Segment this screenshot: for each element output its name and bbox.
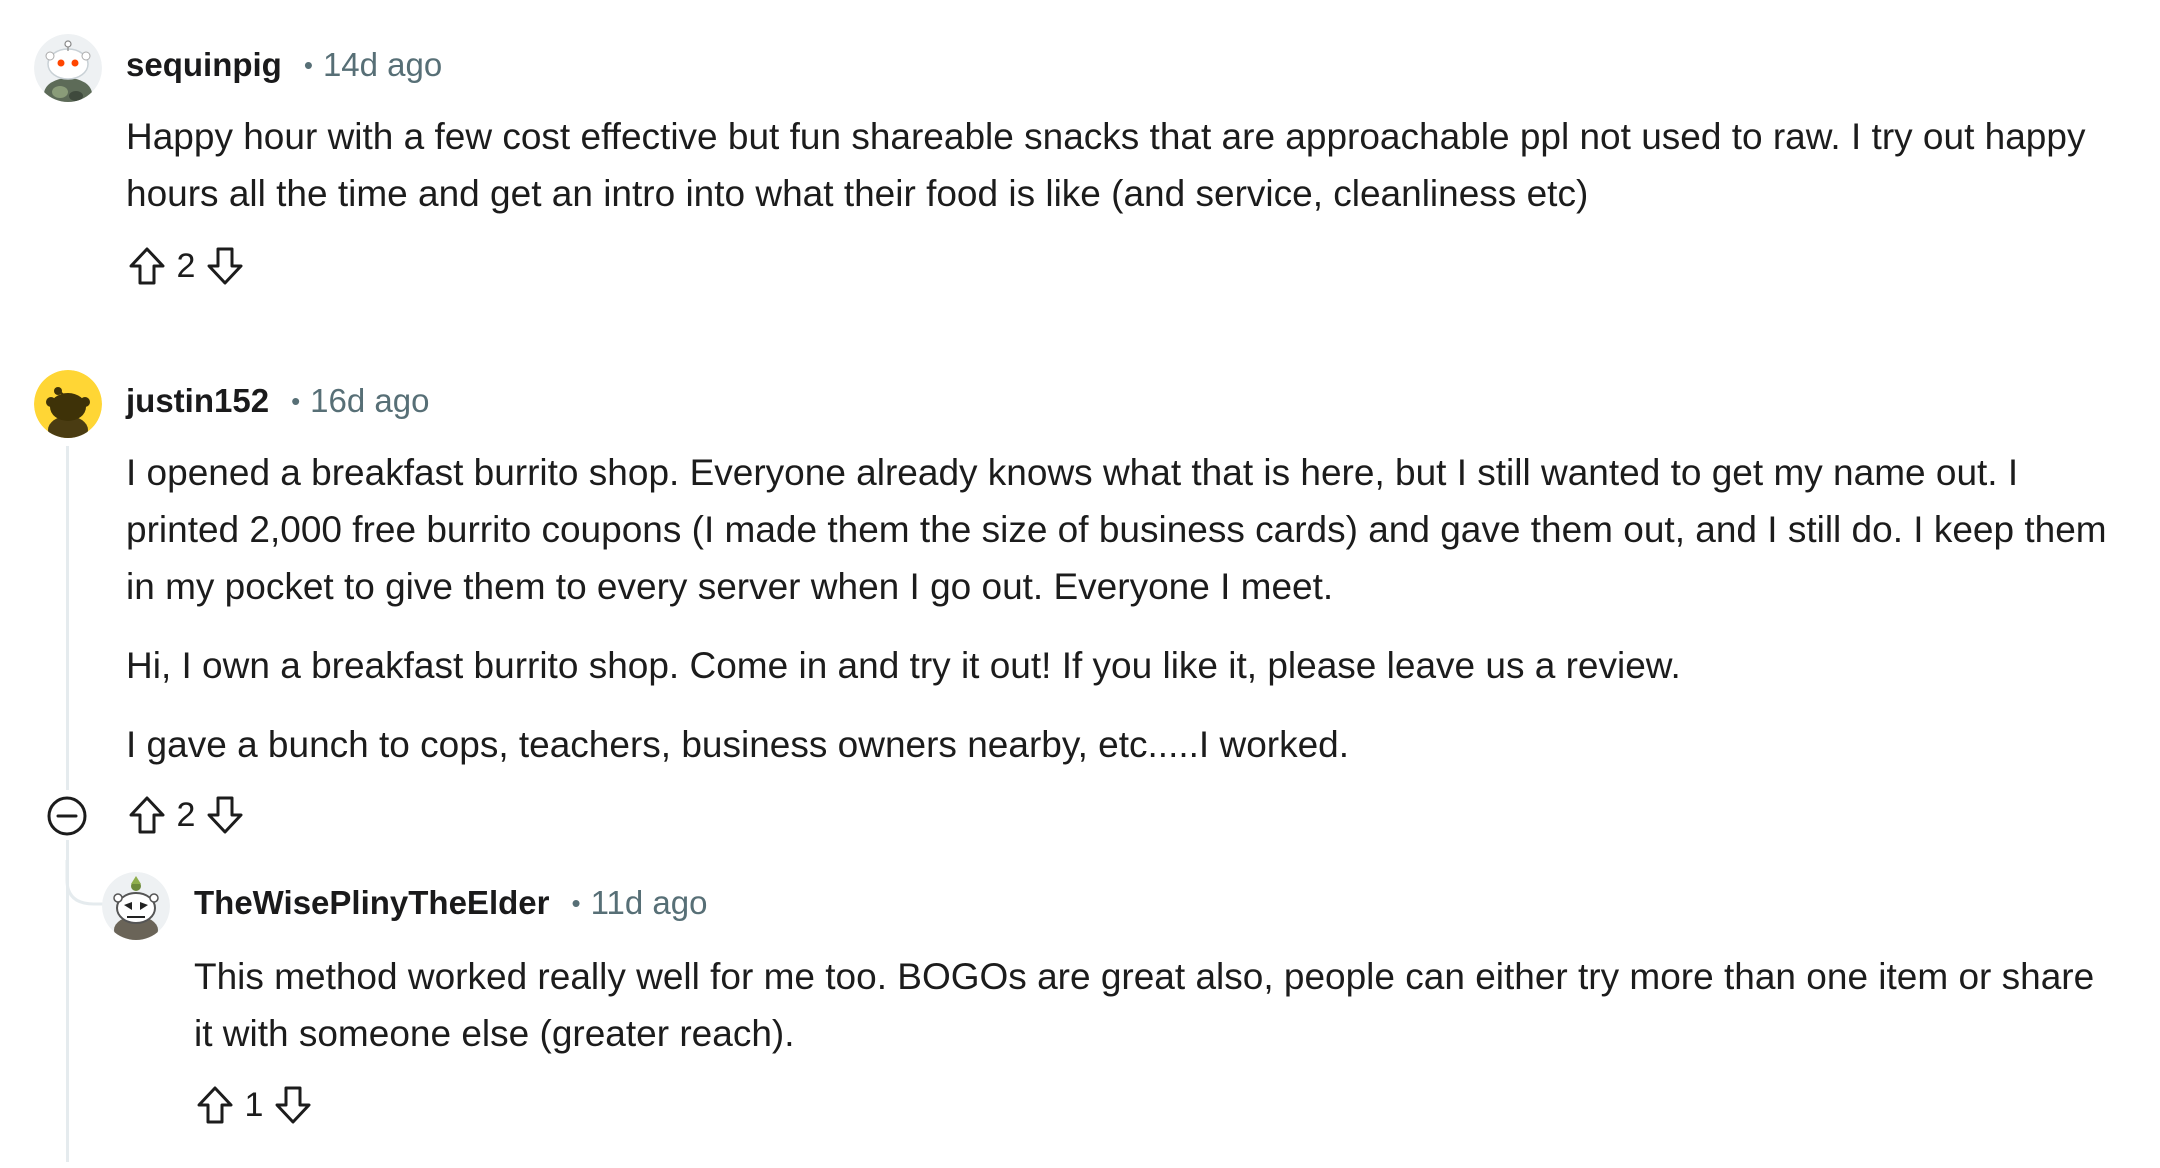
vote-actions: 2 xyxy=(124,792,248,838)
comment-paragraph: This method worked really well for me to… xyxy=(194,956,2095,1054)
avatar[interactable] xyxy=(102,872,170,940)
snoo-avatar-icon xyxy=(34,34,102,102)
collapse-thread-button[interactable] xyxy=(46,795,88,837)
vote-actions: 2 xyxy=(124,243,248,289)
downvote-button[interactable] xyxy=(202,792,248,838)
separator-dot: • xyxy=(571,887,581,918)
upvote-button[interactable] xyxy=(124,243,170,289)
timestamp[interactable]: 11d ago xyxy=(591,884,708,922)
username[interactable]: justin152 xyxy=(126,382,269,420)
snoo-avatar-icon xyxy=(102,872,170,940)
separator-dot: • xyxy=(291,385,301,416)
upvote-arrow-icon xyxy=(197,1086,233,1124)
vote-score: 1 xyxy=(244,1085,264,1124)
comment-body: This method worked really well for me to… xyxy=(194,948,2114,1062)
thread-line[interactable] xyxy=(66,446,69,790)
comment-body: I opened a breakfast burrito shop. Every… xyxy=(126,444,2116,773)
vote-actions: 1 xyxy=(192,1082,316,1128)
comment-paragraph: I gave a bunch to cops, teachers, busine… xyxy=(126,724,1350,765)
downvote-button[interactable] xyxy=(270,1082,316,1128)
comment-meta: sequinpig • 14d ago xyxy=(126,46,442,84)
collapse-minus-icon xyxy=(47,796,87,836)
comment-paragraph: Hi, I own a breakfast burrito shop. Come… xyxy=(126,645,1681,686)
snoo-avatar-icon xyxy=(34,370,102,438)
downvote-arrow-icon xyxy=(275,1086,311,1124)
avatar[interactable] xyxy=(34,34,102,102)
upvote-button[interactable] xyxy=(192,1082,238,1128)
upvote-arrow-icon xyxy=(129,247,165,285)
username[interactable]: TheWisePlinyTheElder xyxy=(194,884,549,922)
vote-score: 2 xyxy=(176,795,196,834)
comment-body: Happy hour with a few cost effective but… xyxy=(126,108,2116,222)
timestamp[interactable]: 14d ago xyxy=(323,46,442,84)
downvote-arrow-icon xyxy=(207,796,243,834)
upvote-button[interactable] xyxy=(124,792,170,838)
downvote-arrow-icon xyxy=(207,247,243,285)
upvote-arrow-icon xyxy=(129,796,165,834)
avatar[interactable] xyxy=(34,370,102,438)
comment-paragraph: I opened a breakfast burrito shop. Every… xyxy=(126,452,2107,607)
username[interactable]: sequinpig xyxy=(126,46,282,84)
timestamp[interactable]: 16d ago xyxy=(310,382,429,420)
comment-paragraph: Happy hour with a few cost effective but… xyxy=(126,116,2086,214)
comment-meta: TheWisePlinyTheElder • 11d ago xyxy=(194,884,707,922)
separator-dot: • xyxy=(303,49,313,80)
downvote-button[interactable] xyxy=(202,243,248,289)
comment-meta: justin152 • 16d ago xyxy=(126,382,429,420)
vote-score: 2 xyxy=(176,246,196,285)
